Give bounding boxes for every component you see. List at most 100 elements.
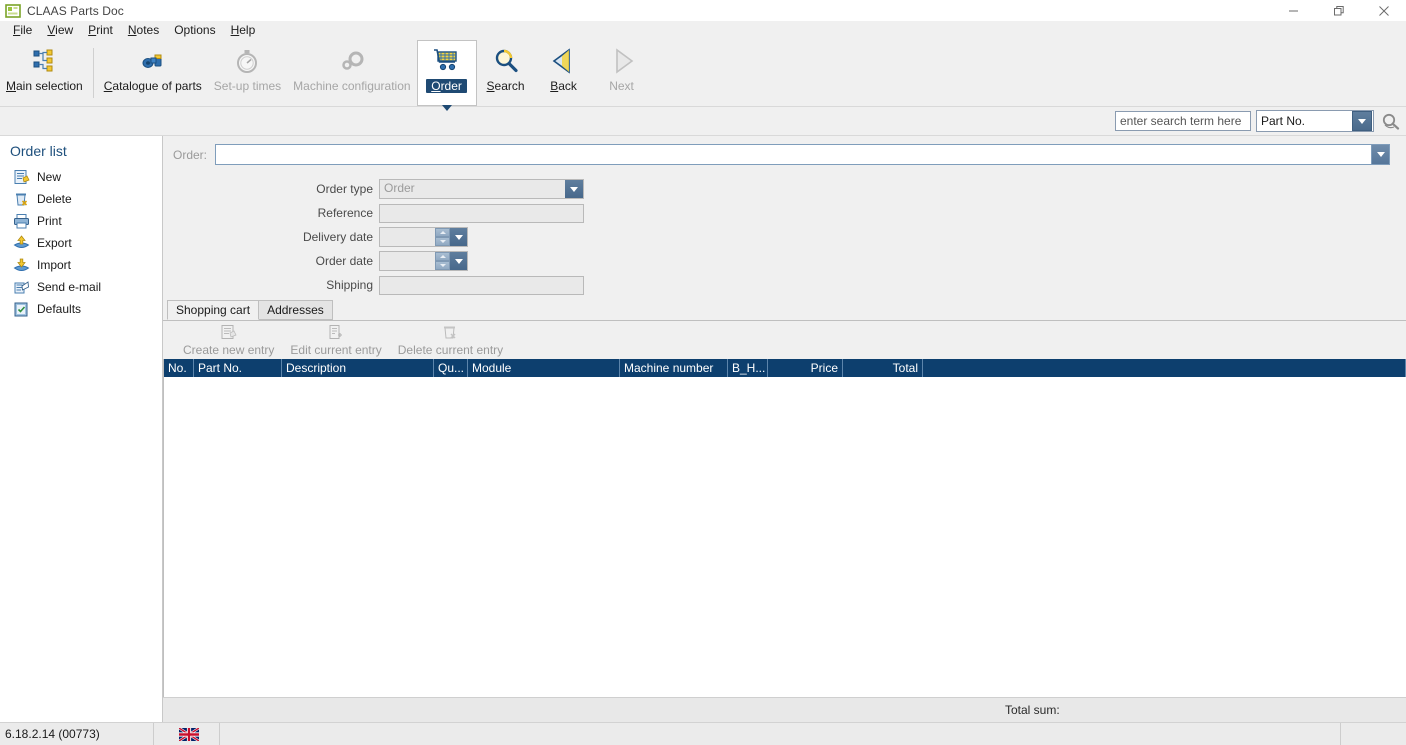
toolbar-label-next: Next — [609, 79, 634, 93]
tab-shopping-cart[interactable]: Shopping cart — [167, 300, 259, 320]
order-row: Order: — [163, 144, 1406, 165]
toolbar-button-main-selection[interactable]: Main selection — [0, 40, 89, 106]
delivery-date-value — [380, 228, 435, 246]
menu-item-print[interactable]: Print — [81, 22, 121, 38]
sidebar-label-defaults: Defaults — [37, 302, 81, 316]
column-header-price[interactable]: Price — [768, 359, 843, 377]
menu-item-notes[interactable]: Notes — [121, 22, 167, 38]
printer-icon — [12, 212, 30, 230]
search-bar: Part No. — [0, 107, 1406, 136]
sidebar-label-export: Export — [37, 236, 72, 250]
total-sum-label: Total sum: — [1005, 703, 1060, 717]
toolbar-label-order: Order — [426, 79, 467, 93]
column-header-no[interactable]: No. — [164, 359, 194, 377]
order-combo-value[interactable] — [216, 145, 1371, 164]
toolbar-button-catalogue-of-parts[interactable]: Catalogue of parts — [98, 40, 208, 106]
form-row-order-date: Order date — [163, 249, 1406, 273]
order-combo[interactable] — [215, 144, 1390, 165]
delete-entry-icon — [439, 323, 461, 342]
shopping-cart-icon — [430, 44, 464, 78]
toolbar-button-order[interactable]: Order — [417, 40, 477, 106]
order-type-value: Order — [380, 180, 565, 198]
import-icon — [12, 256, 30, 274]
column-header-module[interactable]: Module — [468, 359, 620, 377]
delivery-date-input — [379, 227, 468, 247]
toolbar-label-back: Back — [550, 79, 577, 93]
chevron-down-icon — [450, 228, 467, 246]
label-delivery-date: Delivery date — [163, 230, 373, 244]
toolbar-label-main-selection: Main selection — [6, 79, 83, 93]
chevron-down-icon — [450, 252, 467, 270]
restore-icon[interactable] — [1316, 0, 1361, 21]
chevron-down-icon[interactable] — [1371, 145, 1389, 164]
chevron-down-icon[interactable] — [1352, 111, 1372, 131]
toolbar-button-back[interactable]: Back — [535, 40, 593, 106]
sidebar-item-export[interactable]: Export — [0, 232, 162, 254]
menu-item-options[interactable]: Options — [167, 22, 223, 38]
sidebar-item-delete[interactable]: Delete — [0, 188, 162, 210]
search-category-select[interactable]: Part No. — [1256, 110, 1374, 132]
minimize-icon[interactable] — [1271, 0, 1316, 21]
shipping-input — [379, 276, 584, 295]
close-icon[interactable] — [1361, 0, 1406, 21]
menu-item-view[interactable]: View — [40, 22, 81, 38]
reference-input — [379, 204, 584, 223]
sidebar-item-print[interactable]: Print — [0, 210, 162, 232]
toolbar-button-next: Next — [593, 40, 651, 106]
toolbar-button-search[interactable]: Search — [477, 40, 535, 106]
magnifier-icon — [489, 44, 523, 78]
menu-item-help[interactable]: Help — [224, 22, 264, 38]
search-input[interactable] — [1115, 111, 1251, 131]
window-title: CLAAS Parts Doc — [27, 4, 124, 18]
tab-addresses[interactable]: Addresses — [258, 300, 333, 320]
form-row-delivery-date: Delivery date — [163, 225, 1406, 249]
label-reference: Reference — [163, 206, 373, 220]
tab-bar: Shopping cart Addresses — [163, 301, 1406, 321]
column-header-machine-number[interactable]: Machine number — [620, 359, 728, 377]
form-row-shipping: Shipping — [163, 273, 1406, 297]
sidebar-label-send-e-mail: Send e-mail — [37, 280, 101, 294]
arrow-right-icon — [605, 44, 639, 78]
column-header-total[interactable]: Total — [843, 359, 923, 377]
export-icon — [12, 234, 30, 252]
column-header-part-no[interactable]: Part No. — [194, 359, 282, 377]
edit-entry-icon — [325, 323, 347, 342]
column-header-description[interactable]: Description — [282, 359, 434, 377]
email-icon — [12, 278, 30, 296]
menu-item-file[interactable]: File — [6, 22, 40, 38]
parts-bolts-icon — [136, 44, 170, 78]
sidebar-item-send-e-mail[interactable]: Send e-mail — [0, 276, 162, 298]
sidebar-item-defaults[interactable]: Defaults — [0, 298, 162, 320]
search-go-icon[interactable] — [1380, 111, 1402, 131]
sidebar-item-import[interactable]: Import — [0, 254, 162, 276]
search-category-value: Part No. — [1257, 114, 1352, 128]
order-form: Order: Order type Order Reference — [163, 136, 1406, 301]
defaults-icon — [12, 300, 30, 318]
total-sum-bar: Total sum: — [163, 697, 1406, 722]
delete-current-entry-label: Delete current entry — [398, 343, 503, 357]
status-extra — [1341, 723, 1406, 745]
uk-flag-icon[interactable] — [154, 723, 219, 745]
toolbar-label-machine-configuration: Machine configuration — [293, 79, 410, 93]
create-new-entry-button: Create new entry — [175, 321, 282, 357]
hierarchy-tree-icon — [27, 44, 61, 78]
sidebar-label-new: New — [37, 170, 61, 184]
column-header-quantity[interactable]: Qu... — [434, 359, 468, 377]
toolbar-label-catalogue-of-parts: Catalogue of parts — [104, 79, 202, 93]
column-header-b-h[interactable]: B_H... — [728, 359, 768, 377]
shopping-cart-table: No. Part No. Description Qu... Module Ma… — [163, 359, 1406, 697]
toolbar-label-set-up-times: Set-up times — [214, 79, 281, 93]
arrow-left-icon — [547, 44, 581, 78]
create-entry-icon — [218, 323, 240, 342]
application-window: CLAAS Parts Doc File View Print N — [0, 0, 1406, 745]
menu-bar: File View Print Notes Options Help — [0, 21, 1406, 40]
form-row-order-type: Order type Order — [163, 177, 1406, 201]
table-header-row: No. Part No. Description Qu... Module Ma… — [164, 359, 1406, 377]
table-body[interactable] — [164, 377, 1406, 697]
toolbar-button-machine-configuration: Machine configuration — [287, 40, 416, 106]
label-shipping: Shipping — [163, 278, 373, 292]
status-bar: 6.18.2.14 (00773) — [0, 722, 1406, 745]
order-date-value — [380, 252, 435, 270]
sidebar-item-new[interactable]: New — [0, 166, 162, 188]
title-bar: CLAAS Parts Doc — [0, 0, 1406, 21]
